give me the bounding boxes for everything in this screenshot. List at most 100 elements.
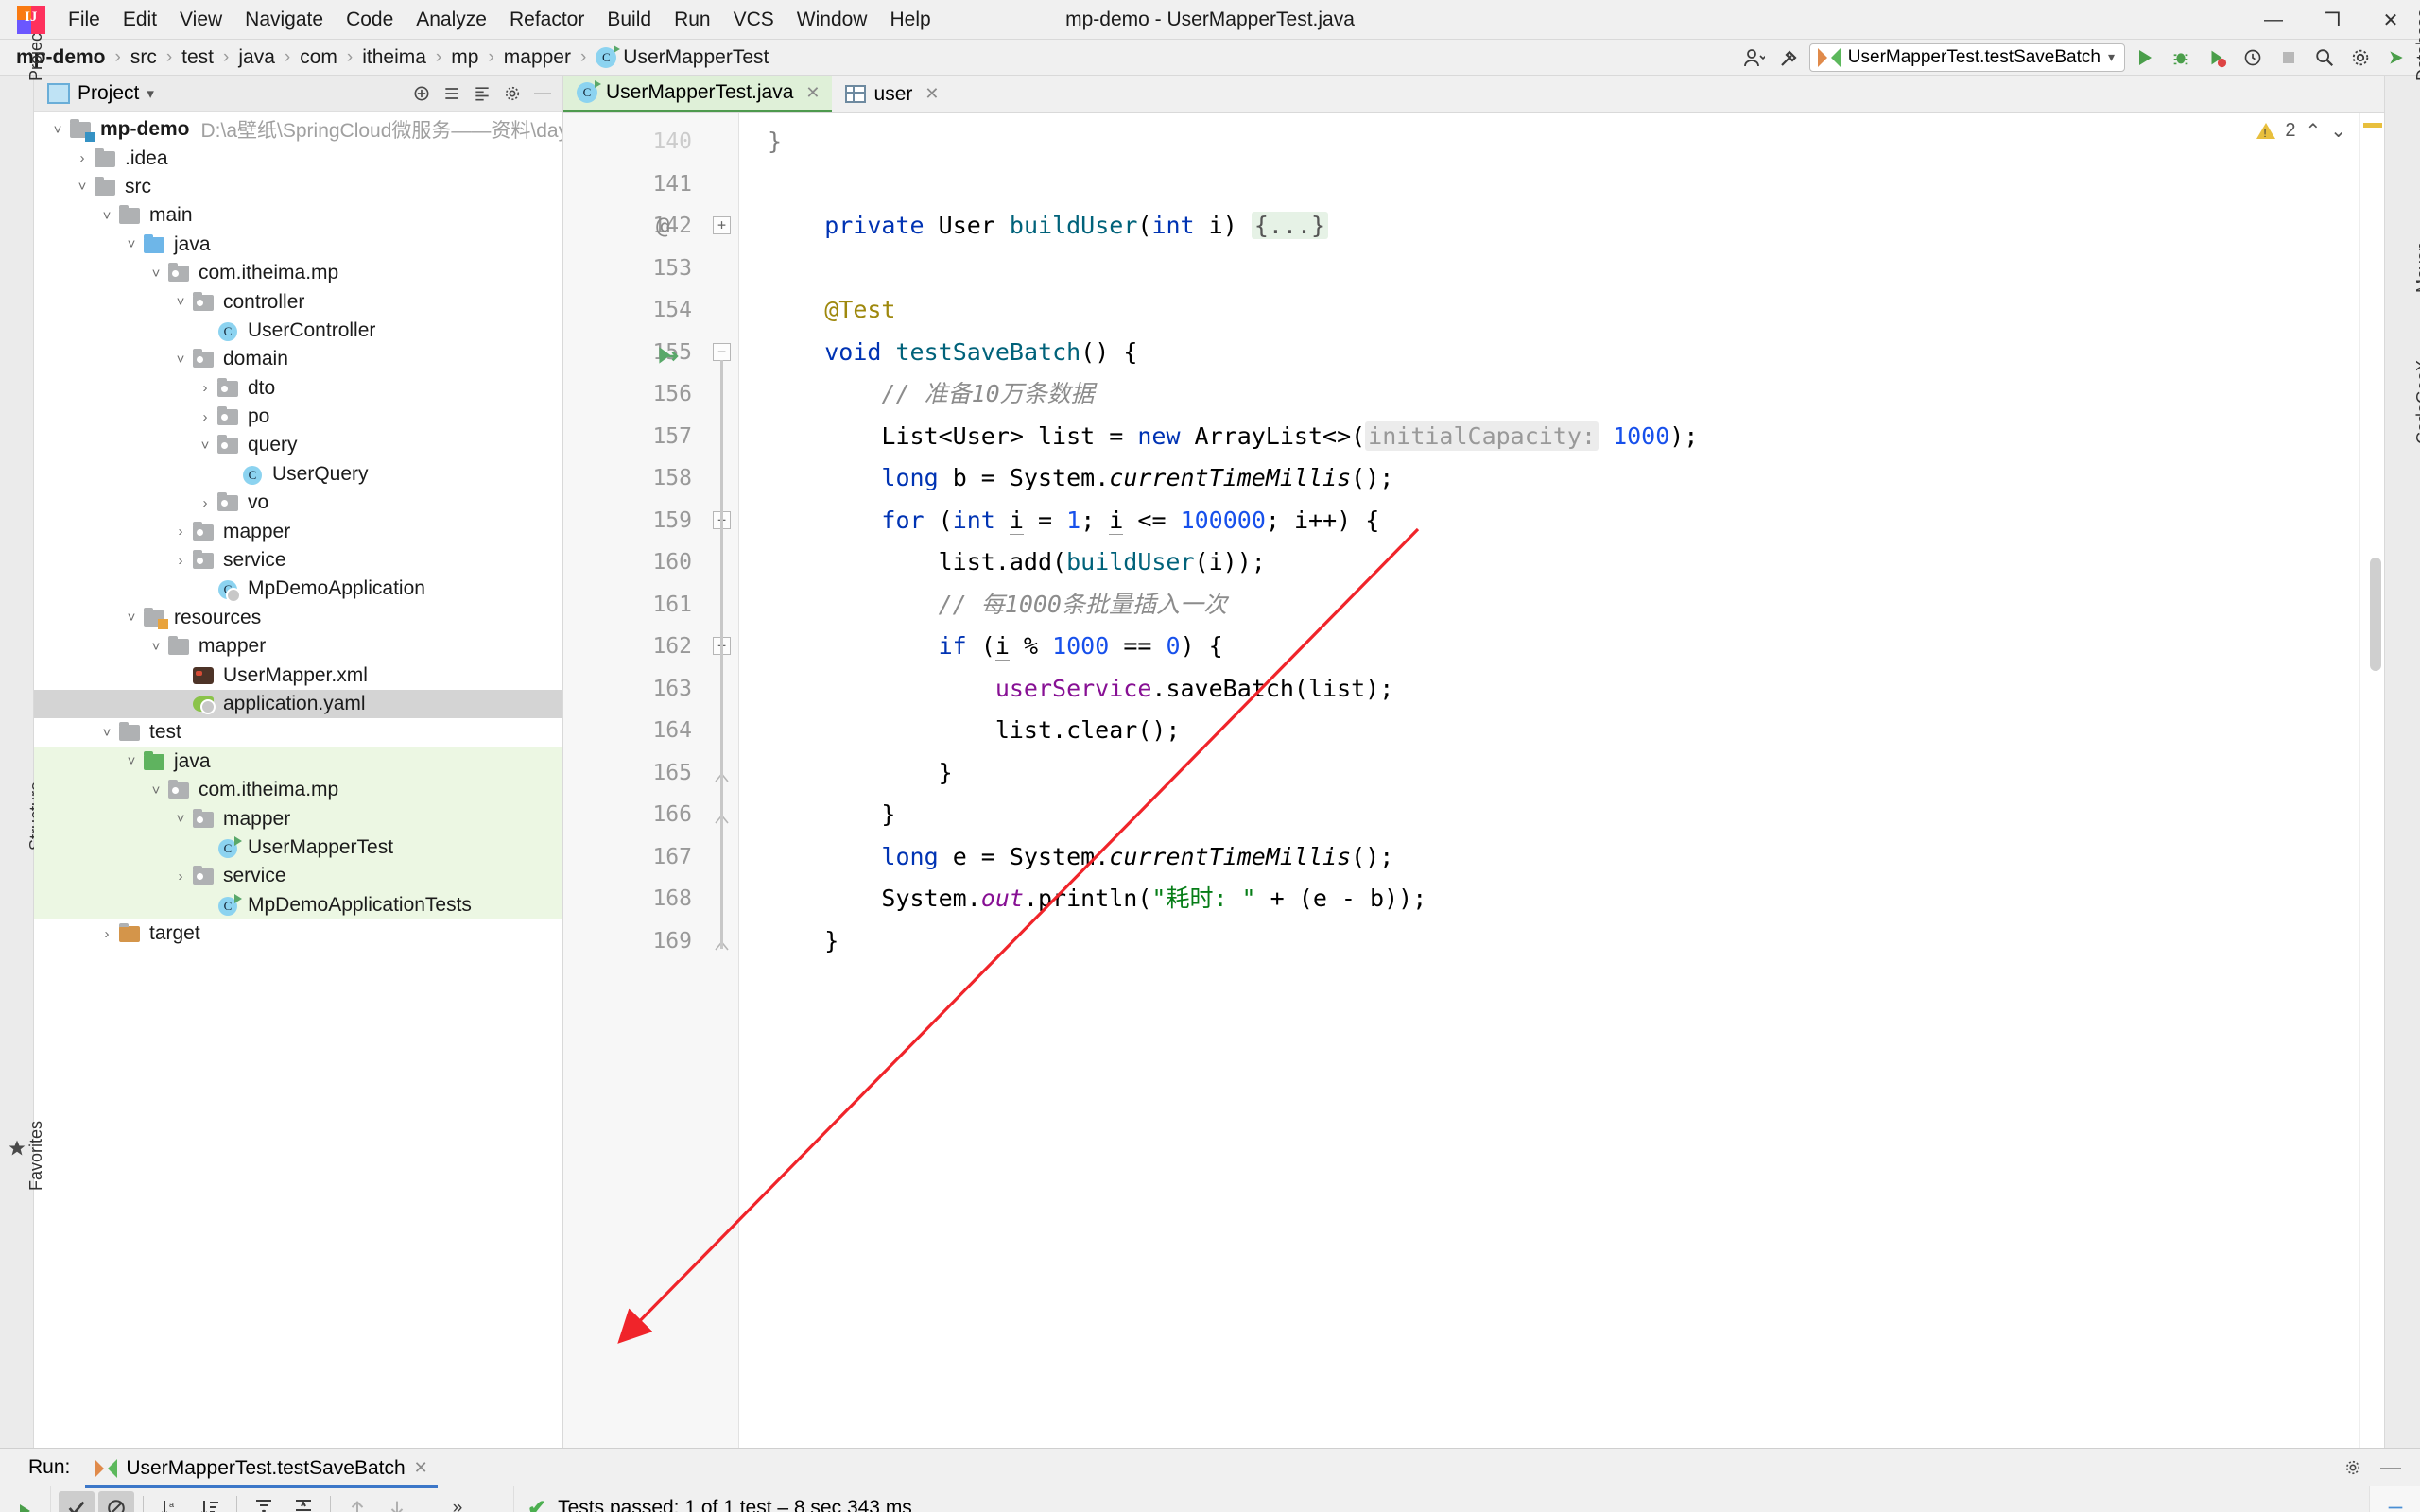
code-line-169[interactable]: } bbox=[739, 920, 2360, 963]
editor-scrollbar-thumb[interactable] bbox=[2370, 558, 2381, 671]
gutter-line-160[interactable]: 160 bbox=[563, 541, 705, 584]
tree-node-po[interactable]: ›po bbox=[34, 403, 562, 431]
tree-expand-arrow[interactable]: › bbox=[195, 380, 216, 396]
breadcrumb-item-6[interactable]: mp bbox=[448, 44, 481, 71]
close-icon[interactable]: ✕ bbox=[925, 84, 939, 104]
editor-tab-user[interactable]: user ✕ bbox=[832, 76, 951, 112]
tree-node-userquery[interactable]: CUserQuery bbox=[34, 460, 562, 489]
tree-expand-arrow[interactable]: › bbox=[195, 409, 216, 425]
tree-expand-arrow[interactable]: ˅ bbox=[121, 236, 142, 252]
project-tree[interactable]: ˅mp-demoD:\a壁纸\SpringCloud微服务——资料\day01›… bbox=[34, 112, 562, 1448]
tree-node-java[interactable]: ˅java bbox=[34, 231, 562, 259]
gutter-line-159[interactable]: 159 bbox=[563, 500, 705, 542]
tree-node-usermappertest[interactable]: CUserMapperTest bbox=[34, 833, 562, 862]
minimize-button[interactable]: — bbox=[2244, 0, 2303, 40]
gutter-line-168[interactable]: 168 bbox=[563, 878, 705, 920]
tree-node-controller[interactable]: ˅controller bbox=[34, 287, 562, 316]
show-passed-tests-toggle[interactable] bbox=[59, 1491, 95, 1512]
sort-alphabetically-button[interactable]: az bbox=[152, 1491, 188, 1512]
tree-expand-arrow[interactable]: ˅ bbox=[47, 122, 68, 138]
code-line-155[interactable]: void testSaveBatch() { bbox=[739, 332, 2360, 374]
tree-node-mpdemoapplication[interactable]: CMpDemoApplication bbox=[34, 575, 562, 603]
fold-toggle-icon[interactable]: + bbox=[713, 216, 731, 234]
gutter-line-140[interactable]: 140 bbox=[563, 121, 705, 163]
tree-node-usercontroller[interactable]: CUserController bbox=[34, 317, 562, 345]
tree-node-mapper[interactable]: ˅mapper bbox=[34, 804, 562, 833]
tree-expand-arrow[interactable]: › bbox=[96, 926, 117, 942]
inspection-widget[interactable]: 2 ⌃ ⌄ bbox=[2256, 119, 2346, 143]
code-line-142[interactable]: private User buildUser(int i) {...} bbox=[739, 205, 2360, 248]
code-line-154[interactable]: @Test bbox=[739, 289, 2360, 332]
code-line-161[interactable]: // 每1000条批量插入一次 bbox=[739, 584, 2360, 627]
tree-node-com-itheima-mp[interactable]: ˅com.itheima.mp bbox=[34, 259, 562, 287]
profiler-button[interactable] bbox=[2237, 43, 2269, 73]
menu-edit[interactable]: Edit bbox=[112, 5, 168, 35]
tree-node-mpdemoapplicationtests[interactable]: CMpDemoApplicationTests bbox=[34, 891, 562, 919]
menu-help[interactable]: Help bbox=[878, 5, 942, 35]
sort-by-duration-button[interactable] bbox=[192, 1491, 228, 1512]
gutter-line-169[interactable]: 169 bbox=[563, 920, 705, 963]
tree-node-com-itheima-mp[interactable]: ˅com.itheima.mp bbox=[34, 776, 562, 804]
tree-node-src[interactable]: ˅src bbox=[34, 173, 562, 201]
close-icon[interactable]: ✕ bbox=[414, 1458, 428, 1478]
rerun-button[interactable] bbox=[9, 1494, 43, 1512]
chevron-down-icon[interactable]: ▾ bbox=[147, 85, 154, 102]
menu-analyze[interactable]: Analyze bbox=[405, 5, 498, 35]
gutter-line-166[interactable]: 166 bbox=[563, 794, 705, 836]
tree-expand-arrow[interactable]: ˅ bbox=[170, 294, 191, 310]
run-tab-usermappertest[interactable]: UserMapperTest.testSaveBatch ✕ bbox=[85, 1452, 437, 1484]
run-test-gutter-icon[interactable] bbox=[654, 341, 679, 366]
tree-node-java[interactable]: ˅java bbox=[34, 747, 562, 776]
settings-gear-icon[interactable] bbox=[498, 80, 527, 107]
gutter-line-164[interactable]: 164 bbox=[563, 710, 705, 752]
tree-node--idea[interactable]: ›.idea bbox=[34, 144, 562, 172]
gutter-line-157[interactable]: 157 bbox=[563, 416, 705, 458]
breadcrumb-item-5[interactable]: itheima bbox=[359, 44, 429, 71]
gutter-line-162[interactable]: 162 bbox=[563, 626, 705, 668]
menu-refactor[interactable]: Refactor bbox=[498, 5, 596, 35]
editor-gutter[interactable]: 140141@142153154155156157158159160161162… bbox=[563, 113, 705, 1448]
tree-node-mapper[interactable]: ›mapper bbox=[34, 517, 562, 545]
tree-node-service[interactable]: ›service bbox=[34, 546, 562, 575]
gutter-line-167[interactable]: 167 bbox=[563, 836, 705, 879]
tree-node-vo[interactable]: ›vo bbox=[34, 489, 562, 517]
tree-expand-arrow[interactable]: ˅ bbox=[121, 753, 142, 769]
tree-node-service[interactable]: ›service bbox=[34, 862, 562, 890]
tree-expand-arrow[interactable]: ˅ bbox=[146, 639, 166, 655]
code-line-163[interactable]: userService.saveBatch(list); bbox=[739, 668, 2360, 711]
code-line-160[interactable]: list.add(buildUser(i)); bbox=[739, 541, 2360, 584]
close-icon[interactable]: ✕ bbox=[805, 83, 820, 103]
maximize-button[interactable]: ❐ bbox=[2303, 0, 2361, 40]
tree-expand-arrow[interactable]: ˅ bbox=[170, 811, 191, 827]
code-line-140[interactable]: } bbox=[739, 121, 2360, 163]
code-line-159[interactable]: for (int i = 1; i <= 100000; i++) { bbox=[739, 500, 2360, 542]
gutter-line-142[interactable]: @142 bbox=[563, 205, 705, 248]
code-line-141[interactable] bbox=[739, 163, 2360, 206]
build-hammer-icon[interactable] bbox=[1773, 43, 1806, 73]
stop-button[interactable] bbox=[2273, 43, 2305, 73]
code-line-167[interactable]: long e = System.currentTimeMillis(); bbox=[739, 836, 2360, 879]
tree-node-dto[interactable]: ›dto bbox=[34, 374, 562, 403]
tree-node-application-yaml[interactable]: application.yaml bbox=[34, 690, 562, 718]
code-line-165[interactable]: } bbox=[739, 752, 2360, 795]
tree-node-usermapper-xml[interactable]: UserMapper.xml bbox=[34, 661, 562, 689]
user-account-icon[interactable] bbox=[1737, 43, 1770, 73]
tree-expand-arrow[interactable]: ˅ bbox=[195, 438, 216, 454]
warning-marker[interactable] bbox=[2363, 123, 2382, 128]
hide-panel-icon[interactable]: — bbox=[528, 80, 557, 107]
tree-expand-arrow[interactable]: ˅ bbox=[121, 610, 142, 626]
gutter-line-156[interactable]: 156 bbox=[563, 373, 705, 416]
editor-code[interactable]: } private User buildUser(int i) {...} @T… bbox=[739, 113, 2360, 1448]
more-options-button[interactable]: » bbox=[440, 1491, 475, 1512]
code-line-168[interactable]: System.out.println("耗时: " + (e - b)); bbox=[739, 878, 2360, 920]
menu-run[interactable]: Run bbox=[663, 5, 722, 35]
menu-build[interactable]: Build bbox=[596, 5, 663, 35]
editor-tab-usermappertest[interactable]: C UserMapperTest.java ✕ bbox=[563, 76, 832, 112]
tree-node-domain[interactable]: ˅domain bbox=[34, 345, 562, 373]
fold-toggle-icon[interactable]: − bbox=[713, 343, 731, 361]
menu-view[interactable]: View bbox=[168, 5, 233, 35]
tree-expand-arrow[interactable]: › bbox=[170, 524, 191, 540]
code-line-166[interactable]: } bbox=[739, 794, 2360, 836]
breadcrumb-item-8[interactable]: C UserMapperTest bbox=[593, 44, 771, 71]
run-coverage-button[interactable] bbox=[2201, 43, 2233, 73]
